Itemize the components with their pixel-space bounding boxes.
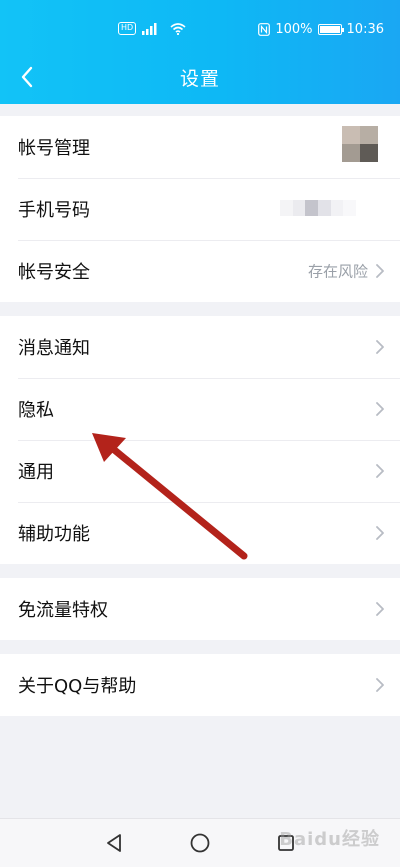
watermark: Baidu经验 [279, 829, 380, 850]
security-status: 存在风险 [307, 262, 368, 281]
settings-row-account-management[interactable]: 帐号管理 [0, 116, 400, 178]
settings-row-free-data[interactable]: 免流量特权 [0, 578, 400, 640]
row-label: 帐号管理 [18, 138, 90, 159]
system-nav-bar: Baidu经验 [0, 818, 400, 867]
account-group: 帐号管理 手机号码 帐号安全 存在风险 [0, 116, 400, 302]
chevron-right-icon [376, 464, 384, 478]
chevron-right-icon [376, 602, 384, 616]
row-label: 通用 [18, 462, 54, 483]
phone-number-blurred [280, 200, 357, 216]
settings-row-general[interactable]: 通用 [0, 440, 400, 502]
chevron-right-icon [376, 678, 384, 692]
row-label: 隐私 [18, 400, 54, 421]
row-label: 关于QQ与帮助 [18, 676, 137, 697]
status-right-group: 100% 10:36 [258, 22, 384, 37]
page-title: 设置 [179, 68, 220, 90]
data-privilege-group: 免流量特权 [0, 578, 400, 640]
battery-icon [317, 24, 344, 35]
chevron-right-icon [376, 340, 384, 354]
cellular-signal-icon [142, 22, 157, 35]
settings-row-about-help[interactable]: 关于QQ与帮助 [0, 654, 400, 716]
clock: 10:36 [346, 22, 384, 37]
status-signal-group: HD [118, 22, 186, 35]
app-header: HD 100% 10:36 设置 [0, 0, 400, 104]
hd-badge: HD [118, 22, 137, 35]
settings-row-phone-number[interactable]: 手机号码 [0, 178, 400, 240]
about-group: 关于QQ与帮助 [0, 654, 400, 716]
row-label: 消息通知 [18, 338, 90, 359]
general-group: 消息通知 隐私 通用 辅助功能 [0, 316, 400, 564]
settings-row-account-security[interactable]: 帐号安全 存在风险 [0, 240, 400, 302]
avatar[interactable] [342, 126, 378, 162]
wifi-icon [170, 22, 186, 35]
circle-home-icon[interactable] [188, 831, 212, 855]
row-label: 帐号安全 [18, 262, 90, 283]
nav-bar: 设置 [0, 52, 400, 102]
status-bar: HD 100% 10:36 [0, 16, 400, 44]
nfc-icon [258, 23, 271, 36]
row-label: 免流量特权 [18, 600, 108, 621]
chevron-right-icon [376, 264, 384, 278]
settings-row-notifications[interactable]: 消息通知 [0, 316, 400, 378]
row-label: 手机号码 [18, 200, 90, 221]
chevron-right-icon [376, 526, 384, 540]
battery-percent: 100% [275, 22, 313, 37]
settings-row-privacy[interactable]: 隐私 [0, 378, 400, 440]
triangle-back-icon[interactable] [102, 831, 126, 855]
row-label: 辅助功能 [18, 524, 90, 545]
chevron-right-icon [376, 402, 384, 416]
settings-row-accessibility[interactable]: 辅助功能 [0, 502, 400, 564]
battery-fill [319, 26, 340, 33]
